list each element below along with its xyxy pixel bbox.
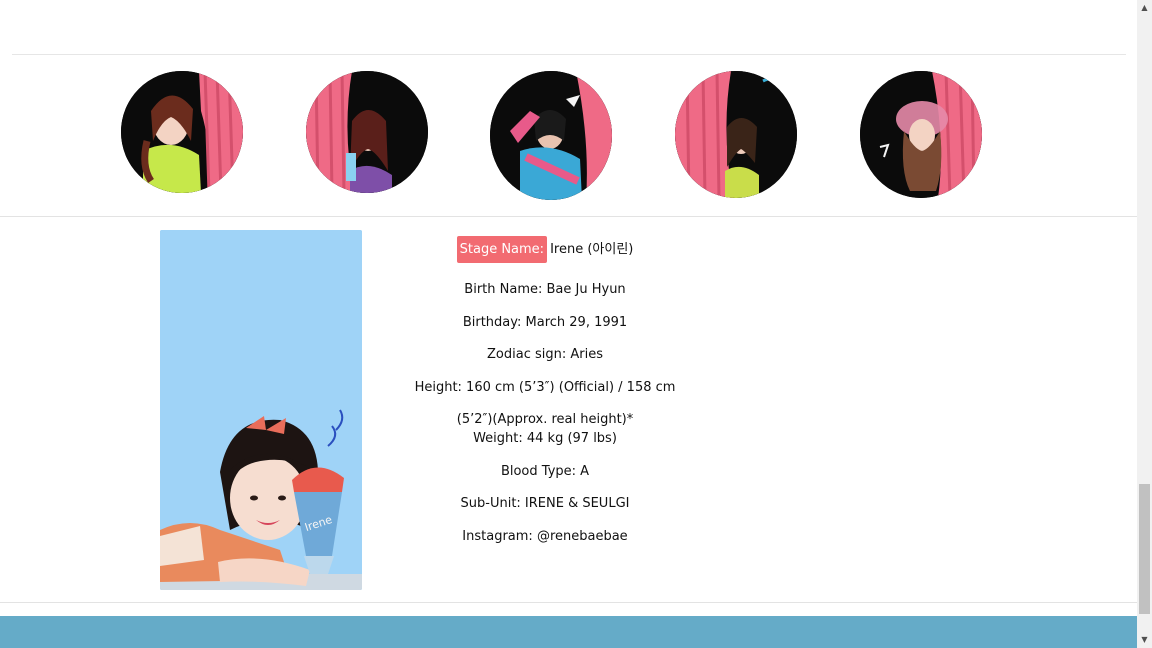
stage-name-badge: Stage Name: (456, 236, 548, 263)
scrollbar-thumb[interactable] (1139, 484, 1150, 614)
weight: Weight: 44 kg (97 lbs) (473, 431, 617, 446)
page: Irene Stage Name: Irene (아이린) Birth Name:… (0, 0, 1137, 648)
stage-name-value: Irene (아이린) (550, 242, 634, 257)
member-avatar-irene[interactable] (121, 71, 243, 193)
avatar-image (860, 71, 982, 198)
avatar-image (490, 71, 612, 200)
member-avatar-yeri[interactable] (860, 71, 982, 198)
instagram[interactable]: Instagram: @renebaebae (400, 527, 690, 546)
sub-unit: Sub-Unit: IRENE & SEULGI (460, 496, 630, 511)
avatar-image (675, 71, 797, 198)
top-divider (12, 54, 1126, 55)
member-avatar-seulgi[interactable] (490, 71, 612, 200)
member-avatar-wendy[interactable] (675, 71, 797, 198)
profile-photo-image: Irene (160, 230, 362, 590)
member-avatar-row (0, 70, 1137, 202)
scroll-down-icon[interactable]: ▼ (1137, 632, 1152, 648)
height: Height: 160 cm (5’3″) (Official) / 158 c… (414, 379, 676, 395)
birthday: Birthday: March 29, 1991 (462, 314, 628, 330)
section-divider (0, 216, 1137, 217)
profile-info: Stage Name: Irene (아이린) Birth Name: Bae J… (400, 236, 690, 559)
height-continued: (5’2″)(Approx. real height)* (456, 412, 634, 427)
member-avatar-joy[interactable] (306, 71, 428, 193)
bottom-divider (0, 602, 1137, 603)
vertical-scrollbar[interactable]: ▲ ▼ (1137, 0, 1152, 648)
stage-name-line: Stage Name: Irene (아이린) (400, 236, 690, 263)
footer-band (0, 616, 1137, 648)
zodiac-sign: Zodiac sign: Aries (487, 347, 603, 362)
avatar-image (121, 71, 243, 193)
avatar-image (306, 71, 428, 193)
profile-photo: Irene (160, 230, 362, 590)
scroll-up-icon[interactable]: ▲ (1137, 0, 1152, 16)
blood-type: Blood Type: A (500, 463, 590, 479)
birth-name: Birth Name: Bae Ju Hyun (464, 282, 626, 297)
